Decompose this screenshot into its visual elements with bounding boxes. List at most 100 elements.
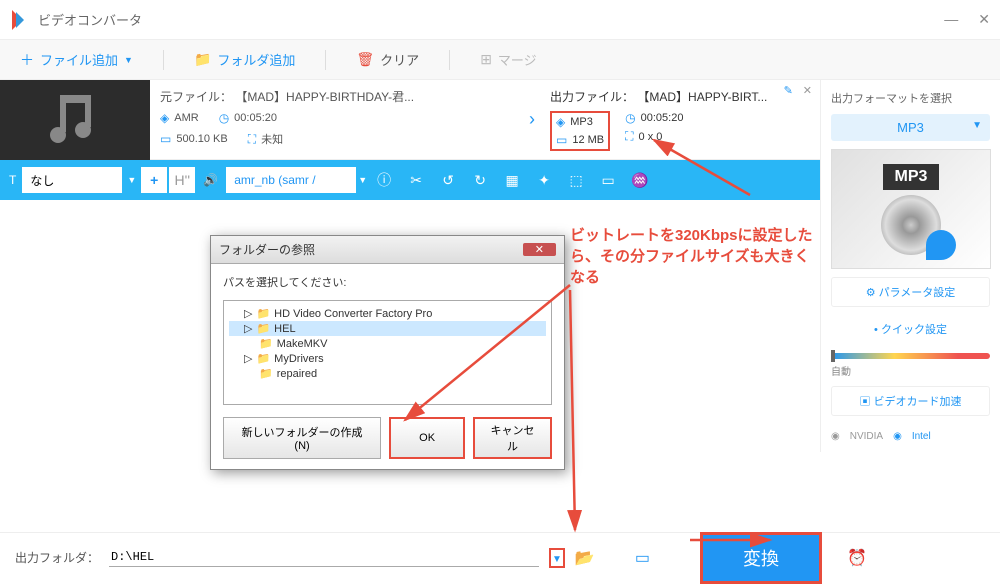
side-title: 出力フォーマットを選択 <box>831 90 990 106</box>
dialog-prompt: パスを選択してください: <box>223 274 552 290</box>
gpu-vendors: ◉NVIDIA ◉Intel <box>831 431 990 442</box>
text-tool-icon: T <box>5 173 20 187</box>
subtitle-button[interactable]: ▭ <box>593 165 623 195</box>
dialog-buttons: 新しいフォルダーの作成(N) OK キャンセル <box>223 417 552 459</box>
output-path-input[interactable] <box>109 548 539 567</box>
parameter-settings-button[interactable]: ⚙ パラメータ設定 <box>831 277 990 307</box>
add-file-button[interactable]: ＋ ファイル追加 ▼ <box>20 50 133 70</box>
convert-button[interactable]: 変換 <box>700 532 822 584</box>
cut-button[interactable]: ✂ <box>401 165 431 195</box>
output-size: 12 MB <box>572 134 604 146</box>
clear-button[interactable]: 🗑 クリア <box>356 50 419 69</box>
output-format: MP3 <box>570 116 593 128</box>
dialog-titlebar[interactable]: フォルダーの参照 ✕ <box>211 236 564 264</box>
source-size: 500.10 KB <box>176 133 227 145</box>
toolbar: ＋ ファイル追加 ▼ 📁 フォルダ追加 🗑 クリア ⊞ マージ <box>0 40 1000 80</box>
auto-label: 自動 <box>831 363 990 378</box>
remove-icon[interactable]: ✕ <box>803 84 812 97</box>
tree-item[interactable]: 📁MakeMKV <box>229 336 546 351</box>
output-label: 出力ファイル： <box>550 90 634 104</box>
add-button[interactable]: + <box>141 167 167 193</box>
edit-icon[interactable]: ✎ <box>784 84 793 97</box>
quick-settings-button[interactable]: • クイック設定 <box>831 315 990 343</box>
schedule-button[interactable]: ⏰ <box>847 548 867 568</box>
crop-button[interactable]: ▦ <box>497 165 527 195</box>
output-filename: 【MAD】HAPPY-BIRT... <box>637 90 767 104</box>
dropdown-icon[interactable]: ▼ <box>358 175 367 185</box>
equalizer-button[interactable]: ♒ <box>625 165 655 195</box>
cancel-button[interactable]: キャンセル <box>473 417 552 459</box>
path-dropdown-button[interactable]: ▼ <box>549 548 565 568</box>
watermark-button[interactable]: ⬚ <box>561 165 591 195</box>
open-folder-button[interactable]: 📂 <box>575 548 595 568</box>
format-icon: ◈ <box>160 111 169 125</box>
chevron-right-icon: › <box>524 109 540 130</box>
output-resolution: 0 x 0 <box>639 131 663 143</box>
annotation-text: ビットレートを320Kbpsに設定したら、その分ファイルサイズも大きくなる <box>570 225 815 288</box>
output-highlight-box: ◈MP3 ▭12 MB <box>550 111 610 151</box>
file-row: 元ファイル： 【MAD】HAPPY-BIRTHDAY-君... ◈AMR ◷00… <box>0 80 820 160</box>
new-folder-button[interactable]: 新しいフォルダーの作成(N) <box>223 417 381 459</box>
codec-select[interactable] <box>226 167 356 193</box>
source-duration: 00:05:20 <box>234 112 277 124</box>
expand-icon: ⛶ <box>625 129 633 144</box>
dialog-title-text: フォルダーの参照 <box>219 241 315 258</box>
output-duration: 00:05:20 <box>641 112 684 124</box>
quality-slider[interactable] <box>831 353 990 359</box>
slider-thumb[interactable] <box>831 350 835 362</box>
intel-icon: ◉ <box>893 431 902 442</box>
output-folder-label: 出力フォルダ： <box>15 549 99 566</box>
side-panel: 出力フォーマットを選択 MP3 MP3 ⚙ パラメータ設定 • クイック設定 自… <box>820 80 1000 452</box>
tree-item[interactable]: ▷📁HD Video Converter Factory Pro <box>229 306 546 321</box>
ok-button[interactable]: OK <box>389 417 465 459</box>
tree-item[interactable]: ▷📁MyDrivers <box>229 351 546 366</box>
gpu-accel-button[interactable]: ▣ ビデオカード加速 <box>831 386 990 416</box>
app-logo-icon <box>10 10 30 30</box>
info-button[interactable]: ⓘ <box>369 165 399 195</box>
h-button[interactable]: H'' <box>169 167 195 193</box>
source-info: 元ファイル： 【MAD】HAPPY-BIRTHDAY-君... ◈AMR ◷00… <box>150 80 524 159</box>
folder-icon: ▭ <box>160 132 171 146</box>
text-input[interactable] <box>22 167 122 193</box>
rotate-left-button[interactable]: ↺ <box>433 165 463 195</box>
tree-item[interactable]: 📁repaired <box>229 366 546 381</box>
source-label: 元ファイル： <box>160 90 232 104</box>
folder-icon: 📁 <box>256 352 270 365</box>
add-folder-button[interactable]: 📁 フォルダ追加 <box>194 50 295 69</box>
dialog-close-button[interactable]: ✕ <box>523 243 556 256</box>
expand-icon: ⛶ <box>248 132 256 147</box>
add-file-label: ファイル追加 <box>40 50 118 69</box>
sound-icon: 🔊 <box>197 173 224 187</box>
source-format: AMR <box>174 112 198 124</box>
format-icon: ◈ <box>556 115 565 129</box>
dialog-body: パスを選択してください: ▷📁HD Video Converter Factor… <box>211 264 564 469</box>
minimize-button[interactable]: — <box>944 11 958 28</box>
rotate-right-button[interactable]: ↻ <box>465 165 495 195</box>
format-preview[interactable]: MP3 <box>831 149 991 269</box>
output-info: ✎ ✕ 出力ファイル： 【MAD】HAPPY-BIRT... ◈MP3 ▭12 … <box>540 80 820 159</box>
folder-icon: 📁 <box>256 307 270 320</box>
chip-icon: ▣ <box>859 396 873 408</box>
divider <box>325 50 326 70</box>
tool-strip: T ▼ + H'' 🔊 ▼ ⓘ ✂ ↺ ↻ ▦ ✦ ⬚ ▭ ♒ <box>0 160 820 200</box>
window-controls: — ✕ <box>944 11 990 28</box>
bottom-bar: 出力フォルダ： ▼ 📂 ▭ 変換 ⏰ <box>0 532 1000 582</box>
clock-icon: ◷ <box>219 111 229 125</box>
close-button[interactable]: ✕ <box>978 11 990 28</box>
disc-icon <box>881 195 941 255</box>
effect-button[interactable]: ✦ <box>529 165 559 195</box>
format-select[interactable]: MP3 <box>831 114 990 141</box>
clock-icon: ◷ <box>625 111 635 125</box>
merge-button[interactable]: ⊞ マージ <box>480 50 536 69</box>
music-note-icon <box>45 95 105 145</box>
folder-icon: 📁 <box>259 337 273 350</box>
tree-item[interactable]: ▷📁HEL <box>229 321 546 336</box>
thumbnail[interactable] <box>0 80 150 160</box>
mp3-badge: MP3 <box>883 164 940 190</box>
nvidia-icon: ◉ <box>831 431 840 442</box>
plus-icon: ＋ <box>20 50 34 70</box>
source-resolution: 未知 <box>261 131 283 147</box>
dropdown-icon[interactable]: ▼ <box>124 175 139 185</box>
folder-tree[interactable]: ▷📁HD Video Converter Factory Pro ▷📁HEL 📁… <box>223 300 552 405</box>
library-button[interactable]: ▭ <box>635 548 650 568</box>
